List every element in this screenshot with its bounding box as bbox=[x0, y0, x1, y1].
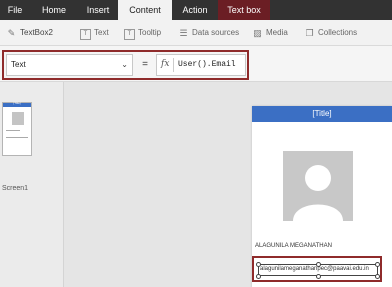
highlight-outline bbox=[2, 50, 249, 80]
user-name-label[interactable]: ALAGUNILA MEGANATHAN bbox=[255, 243, 332, 249]
tab-home[interactable]: Home bbox=[30, 0, 78, 20]
resize-handle[interactable] bbox=[256, 262, 261, 267]
tab-insert[interactable]: Insert bbox=[78, 0, 118, 20]
resize-handle[interactable] bbox=[375, 262, 380, 267]
collections-label: Collections bbox=[318, 28, 358, 37]
tab-text-box[interactable]: Text box bbox=[218, 0, 270, 20]
thumbnail-line bbox=[6, 137, 28, 138]
tooltip-button[interactable]: T Tooltip bbox=[124, 26, 161, 40]
thumbnail-image bbox=[12, 112, 24, 125]
tab-content[interactable]: Content bbox=[118, 0, 172, 20]
resize-handle[interactable] bbox=[375, 274, 380, 279]
app-screen-preview: [Title] ALAGUNILA MEGANATHAN alagunilame… bbox=[252, 106, 392, 287]
resize-handle[interactable] bbox=[316, 274, 321, 279]
collections-button[interactable]: ❐ Collections bbox=[304, 26, 357, 40]
collections-icon: ❐ bbox=[305, 28, 314, 38]
thumbnail-line bbox=[6, 130, 20, 131]
text-button[interactable]: T Text bbox=[80, 26, 109, 40]
ribbon-command-row: ✎ TextBox2 T Text T Tooltip ☰ Data sources ▨… bbox=[0, 20, 392, 46]
email-textbox-value: alagunilameganathanpec@paavai.edu.in bbox=[260, 266, 369, 272]
powerapps-studio: File Home Insert Content Action Text box… bbox=[0, 0, 392, 287]
screens-panel: [Title] Screen1 bbox=[0, 82, 64, 287]
tab-action[interactable]: Action bbox=[172, 0, 218, 20]
tab-file[interactable]: File bbox=[0, 0, 30, 20]
textbox2-selector[interactable]: ✎ TextBox2 bbox=[6, 26, 53, 40]
ribbon-tab-bar: File Home Insert Content Action Text box bbox=[0, 0, 392, 20]
media-label: Media bbox=[266, 28, 288, 37]
tooltip-label: Tooltip bbox=[138, 28, 162, 37]
data-sources-button[interactable]: ☰ Data sources bbox=[178, 26, 239, 40]
screen1-thumbnail[interactable]: [Title] bbox=[2, 101, 32, 156]
database-icon: ☰ bbox=[179, 28, 188, 38]
screen1-label: Screen1 bbox=[2, 185, 29, 192]
text-icon: T bbox=[80, 29, 91, 40]
tooltip-icon: T bbox=[124, 29, 135, 40]
formula-bar: Text ⌄ = fx User().Email bbox=[0, 46, 392, 82]
resize-handle[interactable] bbox=[316, 262, 321, 267]
text-label: Text bbox=[94, 28, 109, 37]
thumbnail-header: [Title] bbox=[3, 101, 31, 107]
textbox2-label: TextBox2 bbox=[20, 28, 53, 37]
thumbnail-title: [Title] bbox=[13, 101, 21, 105]
image-icon: ▨ bbox=[253, 28, 262, 38]
profile-image[interactable] bbox=[283, 151, 353, 221]
data-sources-label: Data sources bbox=[192, 28, 240, 37]
design-canvas: [Title] ALAGUNILA MEGANATHAN alagunilame… bbox=[65, 82, 392, 287]
user-silhouette-icon bbox=[283, 151, 353, 221]
resize-handle[interactable] bbox=[256, 274, 261, 279]
screen-title-bar[interactable]: [Title] bbox=[252, 106, 392, 122]
edit-icon: ✎ bbox=[7, 28, 16, 38]
media-button[interactable]: ▨ Media bbox=[252, 26, 288, 40]
